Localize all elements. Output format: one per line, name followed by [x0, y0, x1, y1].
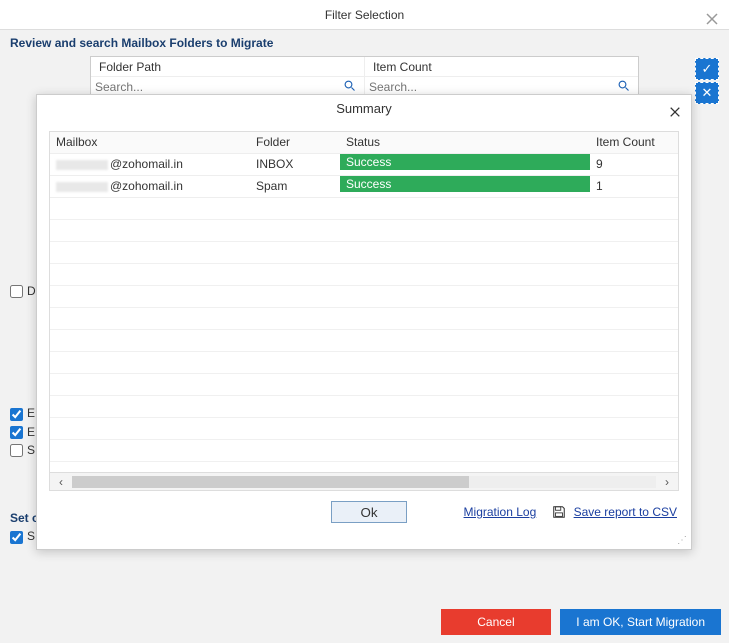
cell-mailbox: @zohomail.in — [50, 154, 250, 175]
table-row — [50, 308, 678, 330]
scroll-thumb[interactable] — [72, 476, 469, 488]
filter-selection-title: Filter Selection — [325, 8, 404, 22]
item-count-search-input[interactable] — [369, 80, 614, 94]
save-icon — [552, 505, 566, 519]
search-icon[interactable] — [340, 79, 360, 95]
table-row — [50, 396, 678, 418]
table-row — [50, 242, 678, 264]
cancel-button[interactable]: Cancel — [441, 609, 551, 635]
table-row[interactable]: @zohomail.inINBOXSuccess9 — [50, 154, 678, 176]
item-count-header: Item Count — [365, 57, 638, 77]
table-row — [50, 440, 678, 462]
grid-header-row: Mailbox Folder Status Item Count — [50, 132, 678, 154]
review-subheader: Review and search Mailbox Folders to Mig… — [0, 30, 729, 56]
table-row — [50, 462, 678, 472]
start-migration-button[interactable]: I am OK, Start Migration — [560, 609, 721, 635]
option-s[interactable]: S — [10, 443, 39, 457]
folder-path-search-input[interactable] — [95, 80, 340, 94]
table-row — [50, 418, 678, 440]
summary-modal: Summary Mailbox Folder Status Item Count… — [36, 94, 692, 550]
close-icon[interactable] — [705, 7, 719, 21]
option-d[interactable]: D — [10, 284, 39, 298]
cell-status: Success — [340, 176, 590, 197]
table-row — [50, 374, 678, 396]
save-csv-link[interactable]: Save report to CSV — [574, 505, 677, 519]
scroll-left-icon[interactable]: ‹ — [54, 475, 68, 489]
ok-button[interactable]: Ok — [331, 501, 407, 523]
deselect-all-button[interactable]: ✕ — [695, 82, 719, 104]
col-folder: Folder — [250, 132, 340, 153]
set-label: Set c — [10, 511, 39, 525]
col-count: Item Count — [590, 132, 670, 153]
option-s2[interactable]: S — [10, 529, 39, 543]
search-icon[interactable] — [614, 79, 634, 95]
cell-count: 1 — [590, 176, 670, 197]
cell-count: 9 — [590, 154, 670, 175]
summary-grid: Mailbox Folder Status Item Count @zohoma… — [49, 131, 679, 491]
scroll-right-icon[interactable]: › — [660, 475, 674, 489]
left-options-fragment: D E E S Set c S — [10, 280, 39, 548]
select-all-button[interactable]: ✓ — [695, 58, 719, 80]
cell-folder: Spam — [250, 176, 340, 197]
table-row — [50, 330, 678, 352]
table-row — [50, 264, 678, 286]
option-e1[interactable]: E — [10, 406, 39, 420]
table-row — [50, 220, 678, 242]
cell-mailbox: @zohomail.in — [50, 176, 250, 197]
summary-title: Summary — [336, 101, 392, 116]
migration-log-link[interactable]: Migration Log — [464, 505, 537, 519]
table-row[interactable]: @zohomail.inSpamSuccess1 — [50, 176, 678, 198]
table-row — [50, 198, 678, 220]
folder-path-header: Folder Path — [91, 57, 364, 77]
col-status: Status — [340, 132, 590, 153]
option-e2[interactable]: E — [10, 425, 39, 439]
horizontal-scrollbar[interactable]: ‹ › — [50, 472, 678, 490]
folder-list-header: Folder Path Item Count — [90, 56, 639, 98]
resize-grip-icon[interactable]: ⋰ — [677, 535, 687, 545]
col-mailbox: Mailbox — [50, 132, 250, 153]
filter-selection-header: Filter Selection — [0, 0, 729, 30]
cell-status: Success — [340, 154, 590, 175]
cell-folder: INBOX — [250, 154, 340, 175]
table-row — [50, 286, 678, 308]
close-icon[interactable] — [667, 99, 683, 115]
table-row — [50, 352, 678, 374]
